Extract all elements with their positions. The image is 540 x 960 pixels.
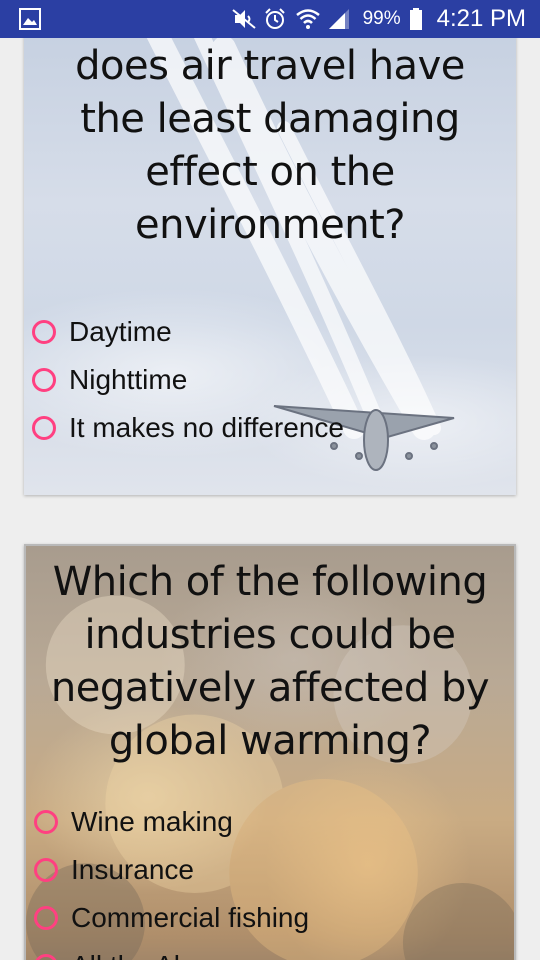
radio-button[interactable] [32,416,56,440]
gallery-icon [18,7,42,36]
question-card: does air travel have the least damaging … [24,38,516,495]
answer-options: Daytime Nighttime It makes no difference [24,308,516,452]
option-nighttime[interactable]: Nighttime [24,356,516,404]
answer-options: Wine making Insurance Commercial fishing… [26,798,514,960]
mute-icon [231,7,256,31]
question-text: does air travel have the least damaging … [75,43,465,248]
option-all-the-above[interactable]: All the Above [26,942,514,960]
option-label: Commercial fishing [71,902,310,933]
wifi-icon [295,7,320,31]
option-no-difference[interactable]: It makes no difference [24,404,516,452]
option-wine-making[interactable]: Wine making [26,798,514,846]
question-card: Which of the following industries could … [24,544,516,960]
signal-icon [327,7,351,31]
question-text: Which of the following industries could … [50,559,490,764]
option-label: Daytime [69,316,172,347]
question-list[interactable]: does air travel have the least damaging … [0,38,540,960]
battery-percentage: 99% [362,8,401,29]
radio-button[interactable] [32,368,56,392]
option-label: Wine making [71,806,233,837]
option-label: All the Above [71,950,234,960]
radio-button[interactable] [34,906,58,930]
status-bar: 99% 4:21 PM [0,0,540,38]
battery-icon [409,7,423,31]
radio-button[interactable] [34,954,58,960]
alarm-icon [263,7,287,31]
option-daytime[interactable]: Daytime [24,308,516,356]
radio-button[interactable] [34,858,58,882]
radio-button[interactable] [34,810,58,834]
option-label: Nighttime [69,364,188,395]
clock: 4:21 PM [436,5,526,32]
option-insurance[interactable]: Insurance [26,846,514,894]
radio-button[interactable] [32,320,56,344]
option-label: It makes no difference [69,412,344,443]
option-label: Insurance [71,854,194,885]
option-commercial-fishing[interactable]: Commercial fishing [26,894,514,942]
